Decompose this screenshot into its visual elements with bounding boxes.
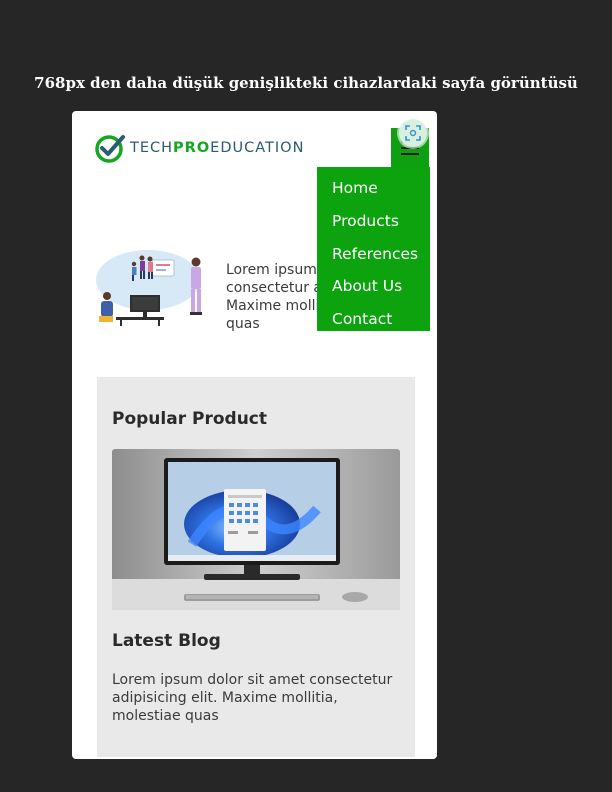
menu-item-about-us[interactable]: About Us: [317, 270, 430, 303]
menu-item-products[interactable]: Products: [317, 205, 430, 238]
mobile-page-preview: TECHPROEDUCATION Lorem ipsum consectetur…: [72, 111, 437, 759]
content-card: Popular Product Latest Blog Lorem ipsum …: [97, 377, 415, 757]
screenshot-caption: 768px den daha düşük genişlikteki cihazl…: [34, 74, 578, 92]
menu-item-contact[interactable]: Contact: [317, 303, 430, 336]
latest-blog-heading: Latest Blog: [112, 631, 221, 651]
popular-product-heading: Popular Product: [112, 409, 268, 429]
product-image-desktop-computer[interactable]: [112, 449, 400, 610]
logo-text-education: EDUCATION: [210, 140, 305, 156]
logo-text-pro: PRO: [173, 140, 211, 156]
latest-blog-text: Lorem ipsum dolor sit amet consectetur a…: [112, 672, 393, 724]
team-illustration: [96, 250, 202, 326]
logo-wordmark: TECHPROEDUCATION: [130, 140, 304, 156]
menu-item-home[interactable]: Home: [317, 172, 430, 205]
scan-icon[interactable]: [399, 119, 427, 147]
menu-item-references[interactable]: References: [317, 238, 430, 271]
logo[interactable]: TECHPROEDUCATION: [94, 131, 304, 165]
mobile-nav-menu: Home Products References About Us Contac…: [317, 167, 430, 331]
check-circle-icon: [95, 135, 125, 163]
logo-text-tech: TECH: [130, 140, 174, 156]
